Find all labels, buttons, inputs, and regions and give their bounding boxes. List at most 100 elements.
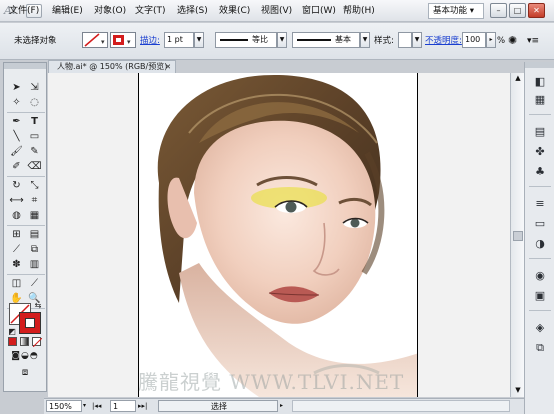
fill-swatch-dropdown[interactable]: ▾ (82, 32, 108, 48)
paintbrush-tool-icon[interactable]: 🖌 (9, 145, 24, 159)
gradient-mode-button[interactable] (20, 337, 29, 346)
profile-label: 等比 (252, 35, 268, 44)
first-artboard-icon[interactable]: |◂◂ (92, 400, 110, 412)
opacity-link[interactable]: 不透明度: (425, 36, 462, 46)
stroke-label[interactable]: 描边: (140, 35, 160, 47)
artboard-tool-icon[interactable]: ◫ (9, 277, 24, 291)
next-artboard-icon[interactable]: ▸▸| (138, 400, 156, 412)
menu-view[interactable]: 视图(V) (259, 4, 294, 18)
menu-type[interactable]: 文字(T) (133, 4, 168, 18)
tools-panel-grip[interactable] (4, 63, 46, 69)
lasso-tool-icon[interactable]: ◌ (27, 96, 42, 110)
brush-dropdown[interactable]: ▼ (360, 32, 370, 48)
scale-tool-icon[interactable]: ⤡ (27, 179, 42, 193)
shape-builder-tool-icon[interactable]: ◍ (9, 209, 24, 223)
menu-file[interactable]: 文件(F) (7, 4, 41, 18)
workspace-switcher[interactable]: 基本功能 ▾ (428, 3, 484, 19)
status-field[interactable]: 选择 (158, 400, 278, 412)
document-tab[interactable]: 人物.ai* @ 150% (RGB/预览) ✕ (48, 60, 176, 73)
direct-selection-tool-icon[interactable]: ⇲ (27, 81, 42, 95)
none-mode-button[interactable] (32, 337, 43, 348)
recolor-artwork-icon[interactable]: ✺ (508, 33, 524, 49)
mesh-tool-icon[interactable]: ⊞ (9, 228, 24, 242)
graphic-styles-panel-icon[interactable]: ▣ (532, 288, 548, 304)
column-graph-tool-icon[interactable]: ▥ (27, 258, 42, 272)
close-button[interactable]: ✕ (528, 3, 545, 18)
eyedropper-tool-icon[interactable]: ⟋ (9, 243, 24, 257)
gradient-tool-icon[interactable]: ▤ (27, 228, 42, 242)
color-guide-icon[interactable]: ▦ (532, 92, 548, 108)
gradient-panel-icon[interactable]: ▭ (532, 216, 548, 232)
horizontal-scrollbar[interactable] (292, 400, 510, 412)
draw-mode-icons[interactable]: ◙◒◓ (7, 349, 43, 363)
screen-mode-icon[interactable]: ⧈ (14, 366, 36, 380)
zoom-dropdown-icon[interactable]: ▾ (83, 400, 91, 412)
magic-wand-tool-icon[interactable]: ✧ (9, 96, 24, 110)
width-tool-icon[interactable]: ⟷ (9, 194, 24, 208)
rotate-tool-icon[interactable]: ↻ (9, 179, 24, 193)
artboard-number-field[interactable]: 1 (110, 400, 136, 412)
status-menu-icon[interactable]: ▸ (280, 400, 288, 412)
menu-window[interactable]: 窗口(W) (300, 4, 338, 18)
menu-help[interactable]: 帮助(H) (341, 4, 377, 18)
free-transform-tool-icon[interactable]: ⌗ (27, 194, 42, 208)
stroke-link[interactable]: 描边: (140, 36, 160, 46)
color-panel-icon[interactable]: ◧ (532, 74, 548, 90)
stroke-weight-dropdown[interactable]: ▼ (194, 32, 204, 48)
scroll-thumb[interactable] (513, 231, 523, 241)
tab-close-icon[interactable]: ✕ (165, 61, 171, 73)
fill-none-icon: ▾ (84, 33, 105, 47)
transparency-panel-icon[interactable]: ◑ (532, 236, 548, 252)
dock-grip[interactable] (525, 62, 554, 68)
style-dropdown[interactable]: ▼ (412, 32, 422, 48)
symbols-panel-icon[interactable]: ♣ (532, 164, 548, 180)
line-tool-icon[interactable]: ╲ (9, 130, 24, 144)
stroke-weight-value: 1 pt (167, 35, 183, 44)
eraser-tool-icon[interactable]: ⌫ (27, 160, 42, 174)
profile-dropdown[interactable]: ▼ (277, 32, 287, 48)
artboards-panel-icon[interactable]: ⧉ (532, 340, 548, 356)
stroke-swatch-dropdown[interactable]: ▾ (110, 32, 136, 48)
vertical-scrollbar[interactable]: ▲ ▼ (510, 73, 524, 397)
swap-fill-stroke-icon[interactable]: ⇆ (32, 299, 44, 313)
layers-panel-icon[interactable]: ◈ (532, 320, 548, 336)
brushes-panel-icon[interactable]: ✤ (532, 144, 548, 160)
restore-button[interactable]: □ (509, 3, 526, 18)
pen-tool-icon[interactable]: ✒ (9, 115, 24, 129)
brush-definition[interactable]: 基本 (292, 32, 360, 48)
stroke-panel-icon[interactable]: ≡ (532, 196, 548, 212)
scroll-up-icon[interactable]: ▲ (513, 73, 523, 83)
color-mode-button[interactable] (8, 337, 17, 346)
menu-object[interactable]: 对象(O) (92, 4, 128, 18)
menu-effect[interactable]: 效果(C) (217, 4, 252, 18)
zoom-field[interactable]: 150% (46, 400, 82, 412)
blend-tool-icon[interactable]: ⧉ (27, 243, 42, 257)
stroke-color-box[interactable] (19, 312, 41, 334)
blob-brush-tool-icon[interactable]: ✐ (9, 160, 24, 174)
slice-tool-icon[interactable]: ⟋ (27, 277, 42, 291)
opacity-dropdown[interactable]: ▸ (486, 32, 496, 48)
stroke-color-icon: ▾ (113, 35, 131, 46)
artboard[interactable] (138, 73, 418, 397)
swatches-panel-icon[interactable]: ▤ (532, 124, 548, 140)
panel-menu-icon[interactable]: ▾≡ (527, 33, 541, 49)
portrait-artwork[interactable] (139, 73, 418, 397)
menu-select[interactable]: 选择(S) (175, 4, 210, 18)
appearance-panel-icon[interactable]: ◉ (532, 268, 548, 284)
opacity-input[interactable]: 100 (462, 32, 486, 48)
pencil-tool-icon[interactable]: ✎ (27, 145, 42, 159)
rectangle-tool-icon[interactable]: ▭ (27, 130, 42, 144)
minimize-button[interactable]: – (490, 3, 507, 18)
perspective-grid-tool-icon[interactable]: ▦ (27, 209, 42, 223)
symbol-sprayer-tool-icon[interactable]: ✽ (9, 258, 24, 272)
stroke-weight-input[interactable]: 1 pt (164, 32, 194, 48)
type-tool-icon[interactable]: T (27, 115, 42, 129)
style-swatch[interactable] (398, 32, 412, 48)
status-text: 选择 (211, 402, 227, 411)
selection-tool-icon[interactable]: ➤ (9, 81, 24, 95)
variable-width-profile[interactable]: 等比 (215, 32, 277, 48)
scroll-down-icon[interactable]: ▼ (513, 385, 523, 395)
opacity-label[interactable]: 不透明度: (425, 35, 462, 47)
percent-sign: % (497, 36, 506, 46)
menu-edit[interactable]: 编辑(E) (50, 4, 85, 18)
